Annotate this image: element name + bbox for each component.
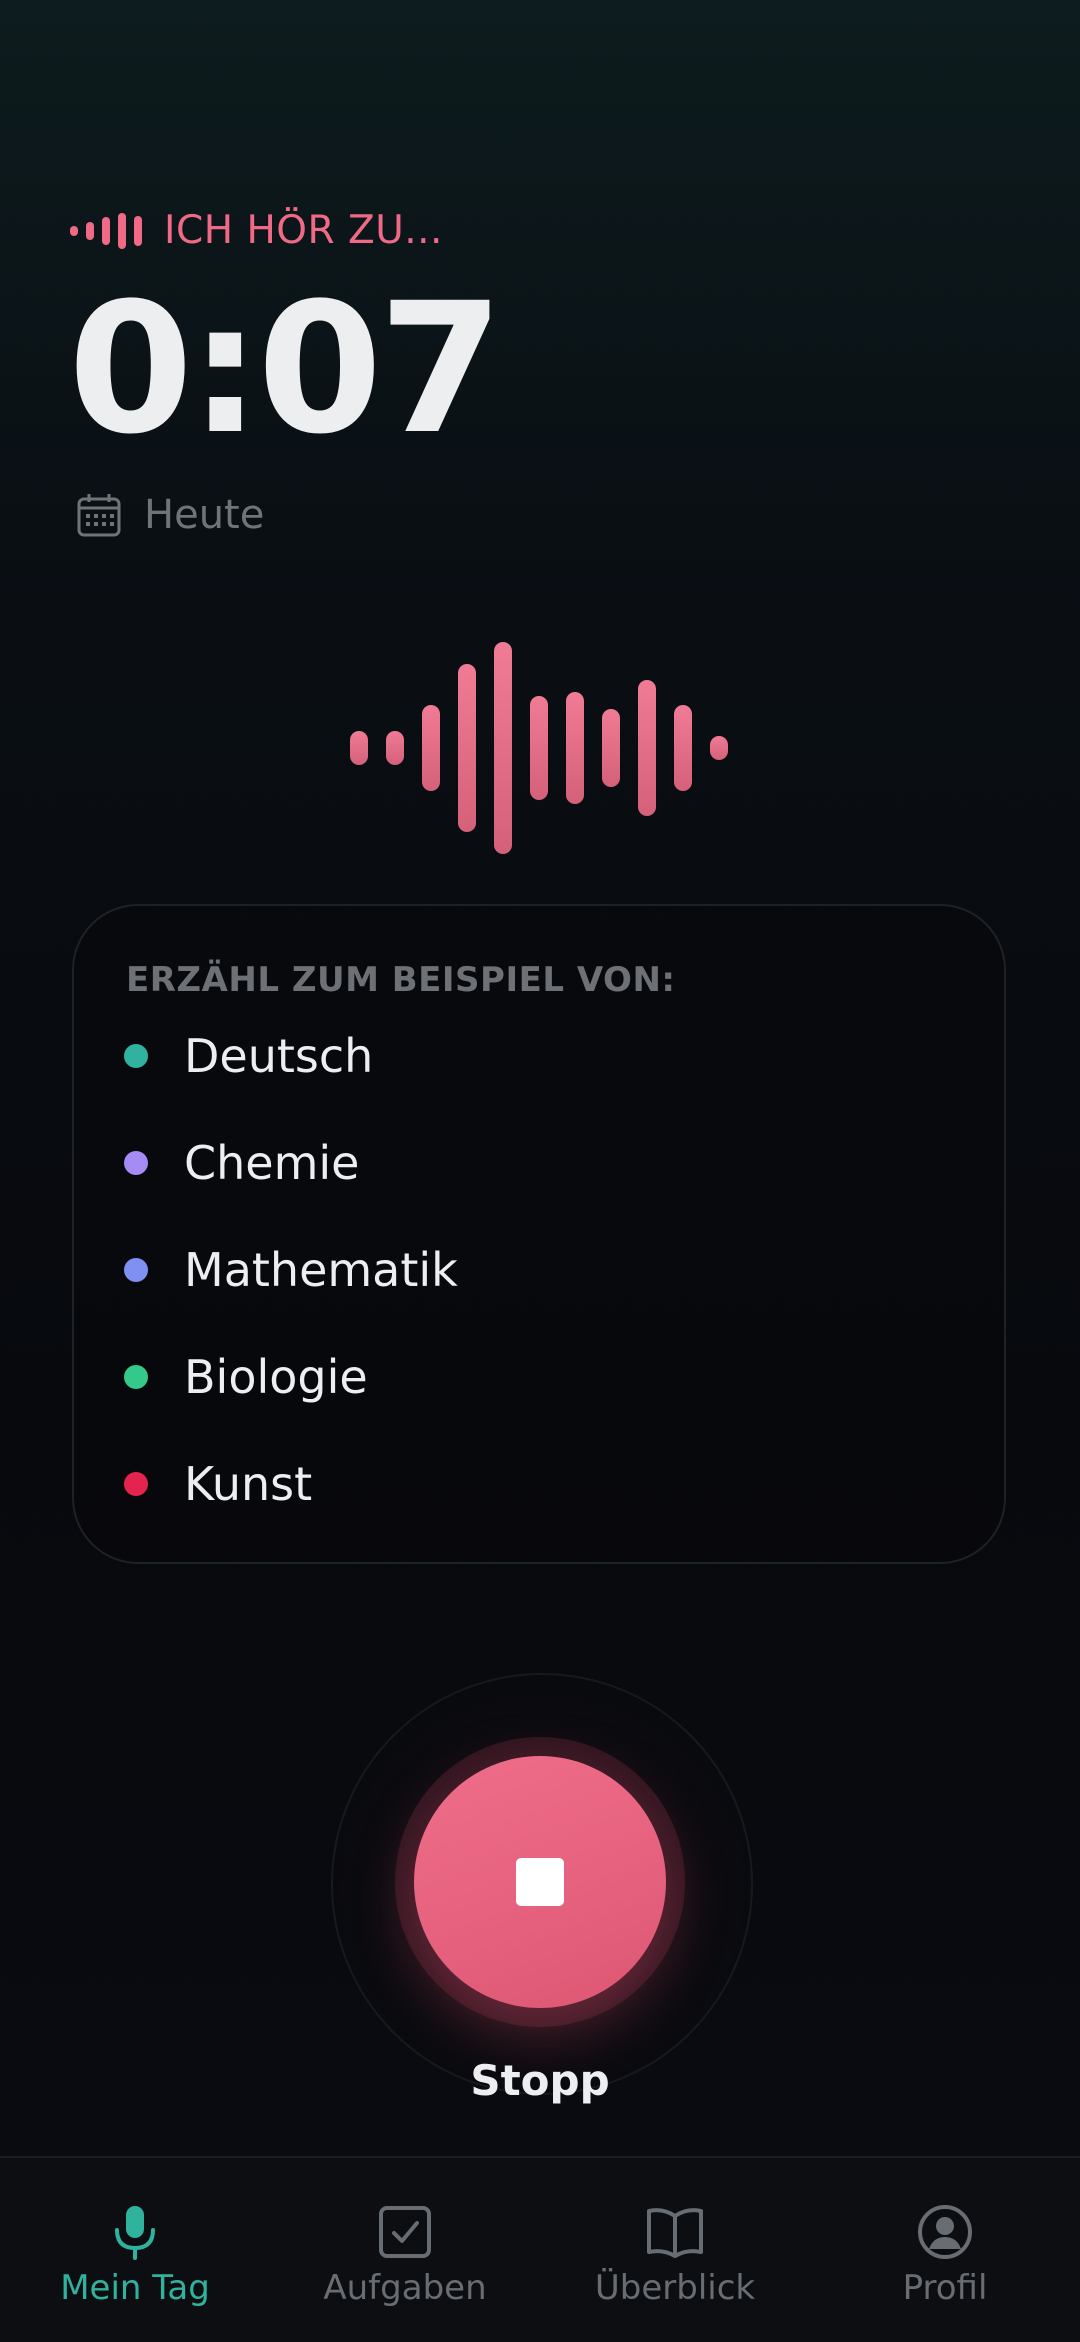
listening-status-text: ICH HÖR ZU...	[164, 208, 443, 253]
stop-icon	[516, 1858, 564, 1906]
suggestion-label: Mathematik	[184, 1243, 458, 1297]
user-icon	[918, 2205, 972, 2259]
calendar-icon	[77, 494, 121, 537]
suggestion-label: Kunst	[184, 1457, 313, 1511]
stop-label: Stopp	[470, 2056, 610, 2105]
listening-status: ICH HÖR ZU...	[70, 208, 443, 253]
nav-item-mein-tag[interactable]: Mein Tag	[0, 2158, 270, 2342]
suggestion-item: Kunst	[124, 1454, 312, 1514]
date-label: Heute	[144, 492, 265, 538]
nav-label: Aufgaben	[323, 2268, 487, 2308]
subject-color-dot	[124, 1472, 148, 1496]
suggestion-label: Deutsch	[184, 1029, 374, 1083]
microphone-icon	[115, 2206, 155, 2260]
nav-label: Mein Tag	[60, 2268, 210, 2308]
suggestion-item: Mathematik	[124, 1240, 458, 1300]
checkbox-icon	[379, 2206, 431, 2258]
subject-color-dot	[124, 1365, 148, 1389]
suggestion-item: Chemie	[124, 1133, 359, 1193]
nav-item-aufgaben[interactable]: Aufgaben	[270, 2158, 540, 2342]
nav-label: Überblick	[594, 2268, 756, 2308]
subject-color-dot	[124, 1044, 148, 1068]
nav-item-profil[interactable]: Profil	[810, 2158, 1080, 2342]
book-icon	[647, 2208, 703, 2258]
stop-button[interactable]	[414, 1756, 666, 2008]
suggestion-label: Biologie	[184, 1350, 368, 1404]
audio-waveform	[350, 642, 728, 854]
suggestion-label: Chemie	[184, 1136, 360, 1190]
waveform-mini-icon	[70, 212, 142, 249]
subject-color-dot	[124, 1258, 148, 1282]
nav-label: Profil	[902, 2268, 988, 2308]
suggestion-card: ERZÄHL ZUM BEISPIEL VON: Deutsch Chemie …	[72, 904, 1006, 1564]
suggestion-item: Biologie	[124, 1347, 368, 1407]
suggestion-title: ERZÄHL ZUM BEISPIEL VON:	[126, 960, 676, 1000]
suggestion-item: Deutsch	[124, 1026, 373, 1086]
recording-timer: 0:07	[68, 265, 504, 474]
bottom-navigation: Mein Tag Aufgaben Überblick Profil	[0, 2156, 1080, 2342]
nav-item-ueberblick[interactable]: Überblick	[540, 2158, 810, 2342]
date-indicator: Heute	[76, 492, 264, 538]
subject-color-dot	[124, 1151, 148, 1175]
